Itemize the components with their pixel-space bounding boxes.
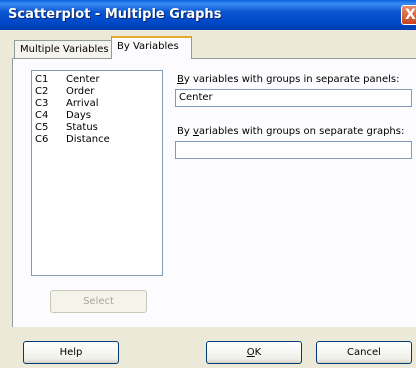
help-button[interactable]: Help	[23, 341, 119, 364]
window-title: Scatterplot - Multiple Graphs	[8, 7, 222, 22]
select-button[interactable]: Select	[50, 290, 147, 313]
close-icon: X	[405, 7, 416, 23]
dialog-window: Scatterplot - Multiple Graphs X Multiple…	[0, 0, 416, 368]
variable-id: C2	[35, 86, 49, 97]
variable-id: C4	[35, 110, 49, 121]
variable-name: Center	[66, 74, 100, 85]
variable-id: C5	[35, 122, 49, 133]
variable-id: C1	[35, 74, 49, 85]
variable-name: Days	[66, 110, 91, 121]
panels-field-label: By variables with groups in separate pan…	[177, 74, 399, 85]
cancel-button[interactable]: Cancel	[316, 341, 412, 364]
graphs-label-prefix: By	[177, 126, 193, 137]
graphs-variables-input[interactable]	[175, 141, 412, 159]
variable-list[interactable]: C1 Center C2 Order C3 Arrival C4 Days C5…	[31, 70, 163, 276]
graphs-field-label: By variables with groups on separate gra…	[177, 126, 404, 137]
panels-variables-input[interactable]: Center	[175, 89, 412, 107]
graphs-label-suffix: ariables with groups on separate graphs:	[198, 126, 405, 137]
variable-name: Order	[66, 86, 95, 97]
variable-id: C3	[35, 98, 49, 109]
variable-name: Distance	[66, 134, 110, 145]
variable-id: C6	[35, 134, 49, 145]
ok-button[interactable]: OK	[206, 341, 302, 364]
ok-accesskey: O	[246, 347, 255, 358]
tab-by-variables[interactable]: By Variables	[111, 36, 192, 59]
variable-name: Status	[66, 122, 98, 133]
panels-label-suffix: y variables with groups in separate pane…	[183, 74, 400, 85]
ok-label: K	[254, 347, 262, 358]
panels-label-accesskey: B	[177, 74, 184, 85]
variable-name: Arrival	[66, 98, 99, 109]
close-button[interactable]: X	[401, 5, 416, 25]
tab-multiple-variables[interactable]: Multiple Variables	[14, 40, 113, 58]
title-bar[interactable]: Scatterplot - Multiple Graphs X	[0, 0, 416, 30]
